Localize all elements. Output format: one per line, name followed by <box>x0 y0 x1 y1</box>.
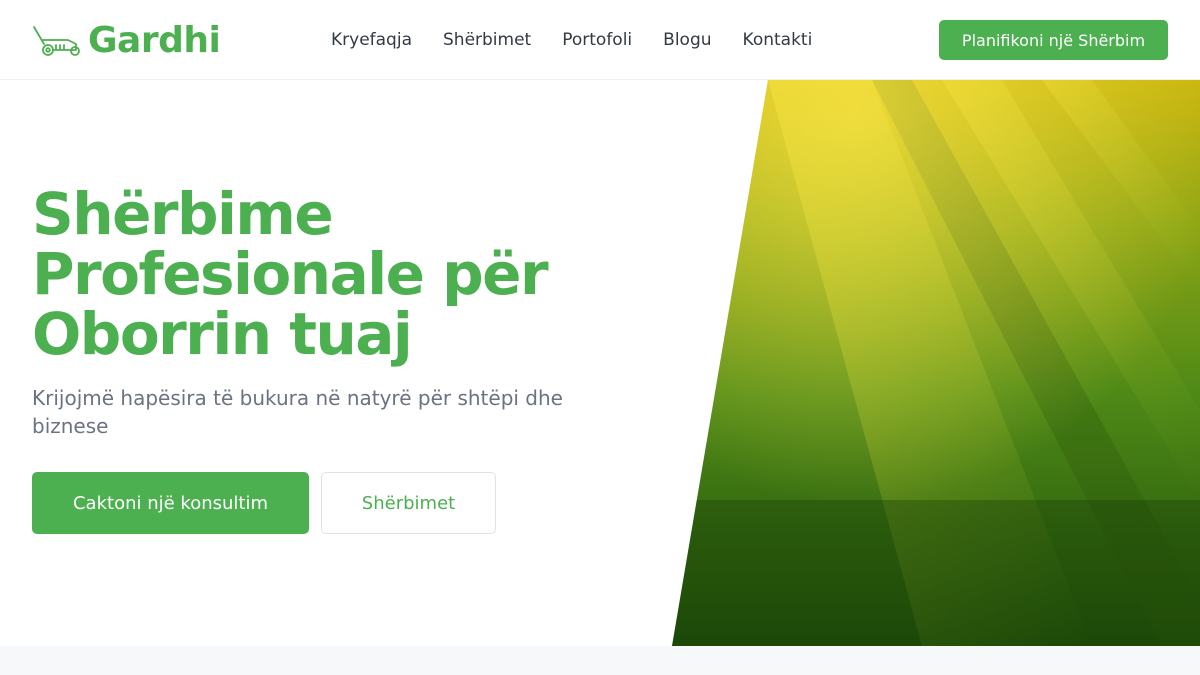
nav-item-home[interactable]: Kryefaqja <box>331 28 412 52</box>
nav-item-contact[interactable]: Kontakti <box>743 28 813 52</box>
hero-section: Shërbime Profesionale për Oborrin tuaj K… <box>0 80 1200 646</box>
nav-item-blog[interactable]: Blogu <box>663 28 711 52</box>
next-section-edge <box>0 646 1200 675</box>
book-consultation-button[interactable]: Caktoni një konsultim <box>32 472 309 534</box>
hero-subtitle: Krijojmë hapësira të bukura në natyrë pë… <box>32 386 563 438</box>
nav-item-portfolio[interactable]: Portofoli <box>562 28 632 52</box>
main-nav: Kryefaqja Shërbimet Portofoli Blogu Kont… <box>331 28 843 52</box>
services-button[interactable]: Shërbimet <box>321 472 496 534</box>
logo-link[interactable]: Gardhi <box>32 18 221 62</box>
brand-name: Gardhi <box>88 19 221 61</box>
site-header: Gardhi Kryefaqja Shërbimet Portofoli Blo… <box>0 0 1200 80</box>
hero-title: Shërbime Profesionale për Oborrin tuaj <box>32 180 549 368</box>
lawnmower-icon <box>33 26 80 56</box>
schedule-service-button[interactable]: Planifikoni një Shërbim <box>939 20 1168 60</box>
nav-item-services[interactable]: Shërbimet <box>443 28 531 52</box>
hero-lawn-image <box>672 80 1200 646</box>
